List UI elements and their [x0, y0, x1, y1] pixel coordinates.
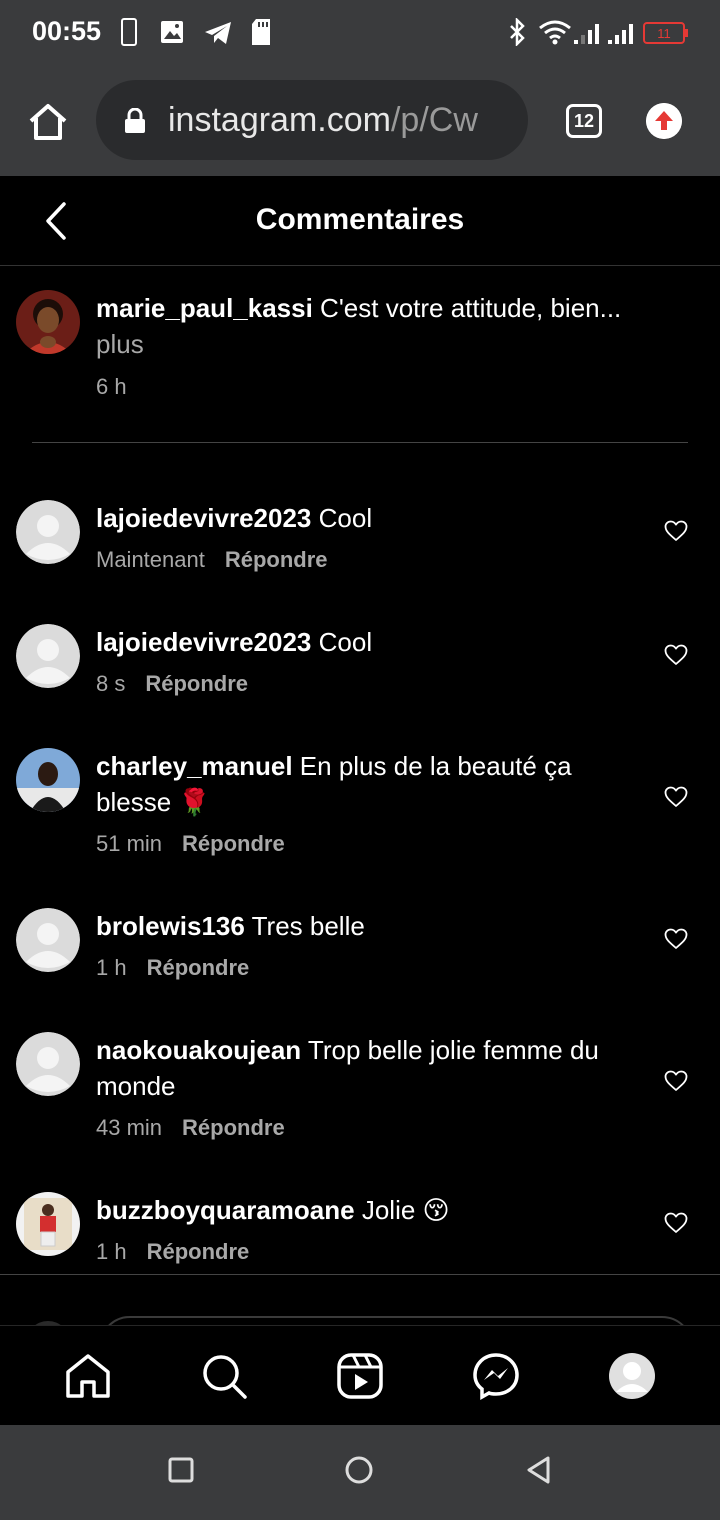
url-bar[interactable]: instagram.com/p/Cw: [96, 80, 528, 160]
signal-icon-2: [608, 24, 633, 44]
update-icon[interactable]: [646, 103, 682, 139]
status-time: 00:55: [32, 16, 102, 46]
comments-header: Commentaires: [0, 176, 720, 266]
reply-button[interactable]: Répondre: [225, 547, 328, 572]
comment-meta: 51 min Répondre: [96, 830, 636, 858]
url-path: /p/Cw: [390, 101, 478, 139]
caption-text: marie_paul_kassi C'est votre attitude, b…: [96, 290, 676, 362]
home-icon[interactable]: [64, 1352, 112, 1400]
avatar[interactable]: [16, 1032, 80, 1096]
comment-body: buzzboyquaramoane Jolie 😚 1 h Répondre: [96, 1192, 636, 1266]
sdcard-icon: [252, 19, 270, 45]
bottom-nav: [0, 1325, 720, 1425]
comment-time: 43 min: [96, 1115, 163, 1140]
reply-button[interactable]: Répondre: [182, 831, 285, 856]
telegram-icon: [205, 22, 231, 44]
page-title: Commentaires: [255, 203, 465, 236]
comment-username[interactable]: naokouakoujean: [96, 1035, 301, 1065]
comment-meta: Maintenant Répondre: [96, 546, 636, 574]
gallery-icon: [161, 21, 183, 43]
recents-icon[interactable]: [166, 1455, 196, 1485]
comment-composer[interactable]: [0, 1275, 720, 1325]
comment-time: 8 s: [96, 671, 126, 696]
like-heart-icon[interactable]: [664, 644, 688, 666]
url-text[interactable]: instagram.com/p/Cw: [168, 101, 478, 140]
caption-username[interactable]: marie_paul_kassi: [96, 293, 313, 323]
battery-icon: 11: [643, 22, 688, 44]
status-bar: 00:55 11: [0, 0, 720, 64]
back-triangle-icon[interactable]: [524, 1455, 554, 1485]
caption-body: C'est votre attitude, bien...: [320, 293, 622, 323]
comment-username[interactable]: buzzboyquaramoane: [96, 1195, 355, 1225]
search-icon[interactable]: [200, 1352, 248, 1400]
profile-icon[interactable]: [608, 1352, 656, 1400]
phone-icon: [121, 18, 137, 46]
divider: [32, 442, 688, 443]
comment-body: naokouakoujean Trop belle jolie femme du…: [96, 1032, 636, 1142]
like-heart-icon[interactable]: [664, 928, 688, 950]
url-host: instagram.com: [168, 101, 391, 139]
reply-button[interactable]: Répondre: [145, 671, 248, 696]
avatar[interactable]: [16, 290, 80, 354]
post-caption: marie_paul_kassi C'est votre attitude, b…: [0, 266, 720, 444]
avatar[interactable]: [16, 500, 80, 564]
composer-edge: [35, 1316, 684, 1325]
reply-button[interactable]: Répondre: [182, 1115, 285, 1140]
avatar[interactable]: [16, 1192, 80, 1256]
signal-icon-1: [574, 24, 599, 44]
lock-icon: [125, 108, 145, 133]
reply-button[interactable]: Répondre: [147, 1239, 250, 1264]
comment-time: 1 h: [96, 955, 127, 980]
comment-username[interactable]: lajoiedevivre2023: [96, 627, 311, 657]
comment-username[interactable]: lajoiedevivre2023: [96, 503, 311, 533]
reply-button[interactable]: Répondre: [147, 955, 250, 980]
comment-time: Maintenant: [96, 547, 205, 572]
comment-body: charley_manuel En plus de la beauté ça b…: [96, 748, 636, 858]
comment-text: Cool: [318, 503, 373, 533]
bluetooth-icon: [510, 18, 525, 46]
messenger-icon[interactable]: [472, 1352, 520, 1400]
more-link[interactable]: plus: [96, 329, 144, 359]
comment-meta: 1 h Répondre: [96, 1238, 636, 1266]
avatar[interactable]: [16, 748, 80, 812]
browser-toolbar: instagram.com/p/Cw 12: [0, 64, 720, 176]
comment-username[interactable]: charley_manuel: [96, 751, 293, 781]
comment-text: Tres belle: [251, 911, 365, 941]
comment-username[interactable]: brolewis136: [96, 911, 245, 941]
comment-time: 1 h: [96, 1239, 127, 1264]
browser-home-icon[interactable]: [26, 100, 70, 144]
tab-switcher-button[interactable]: 12: [566, 104, 602, 138]
avatar[interactable]: [16, 908, 80, 972]
comment-body: lajoiedevivre2023 Cool 8 s Répondre: [96, 624, 636, 698]
battery-level: 11: [657, 26, 671, 41]
comment-text: Cool: [318, 627, 373, 657]
like-heart-icon[interactable]: [664, 520, 688, 542]
system-navigation: [0, 1425, 720, 1520]
comment-meta: 8 s Répondre: [96, 670, 636, 698]
wifi-icon: [539, 20, 571, 45]
like-heart-icon[interactable]: [664, 1070, 688, 1092]
comment-body: lajoiedevivre2023 Cool Maintenant Répondre: [96, 500, 636, 574]
comment-meta: 1 h Répondre: [96, 954, 636, 982]
like-heart-icon[interactable]: [664, 1212, 688, 1234]
comment-body: brolewis136 Tres belle 1 h Répondre: [96, 908, 636, 982]
like-heart-icon[interactable]: [664, 786, 688, 808]
home-circle-icon[interactable]: [344, 1455, 374, 1485]
comment-meta: 43 min Répondre: [96, 1114, 636, 1142]
avatar[interactable]: [16, 624, 80, 688]
caption-time: 6 h: [96, 374, 127, 399]
comment-time: 51 min: [96, 831, 163, 856]
comment-text: Jolie 😚: [361, 1195, 450, 1225]
reels-icon[interactable]: [336, 1352, 384, 1400]
